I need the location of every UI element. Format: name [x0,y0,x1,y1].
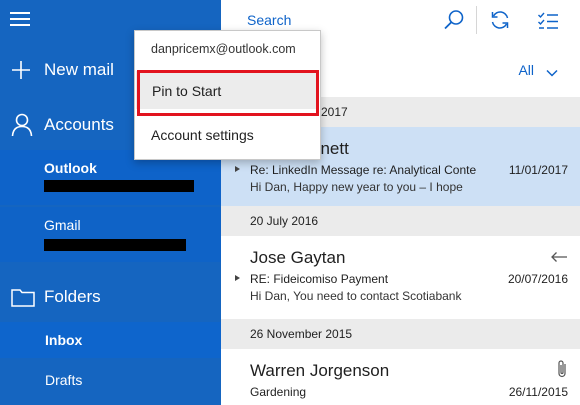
folder-item-drafts[interactable]: Drafts [0,362,221,398]
reply-arrow-icon [550,250,568,268]
message-sender: Jose Gaytan [250,248,346,267]
date-group-header: 26 November 2015 [221,319,580,349]
message-sender: Warren Jorgenson [250,361,390,380]
search-icon[interactable] [443,9,465,31]
folders-button[interactable]: Folders [0,282,221,312]
search-input[interactable]: Search [247,12,291,28]
date-group-label: 26 November 2015 [250,327,353,341]
account-name: Outlook [44,160,97,176]
date-group-label: 2017 [321,105,348,119]
message-date: 11/01/2017 [508,163,568,177]
toolbar-divider [476,6,477,34]
redacted-email [44,180,194,192]
message-subject: RE: Fideicomiso Payment [250,272,389,286]
account-item-gmail[interactable]: Gmail [0,207,221,262]
date-group-header: 20 July 2016 [221,206,580,236]
accounts-label: Accounts [44,115,114,134]
chevron-down-icon[interactable] [546,65,558,77]
message-preview: Hi Dan, You need to contact Scotiabank [250,289,462,303]
message-date: 26/11/2015 [508,385,568,399]
message-subject: Gardening [250,385,307,399]
plus-icon [11,60,31,80]
folder-label: Inbox [45,332,83,348]
folder-icon [11,287,35,307]
message-preview: Hi Dan, Happy new year to you – I hope [250,180,463,194]
highlight-box [137,70,319,116]
expand-thread-icon[interactable] [235,275,240,281]
redacted-email [44,239,186,251]
person-icon [11,113,33,137]
folder-label: Drafts [45,372,83,388]
new-mail-label: New mail [44,60,114,79]
hamburger-menu-icon[interactable] [10,12,30,26]
date-group-label: 20 July 2016 [250,214,319,228]
expand-thread-icon[interactable] [235,166,240,172]
folder-item-inbox[interactable]: Inbox [0,322,221,358]
message-date: 20/07/2016 [507,272,568,286]
paperclip-icon [556,359,568,384]
message-subject: Re: LinkedIn Message re: Analytical Cont… [250,163,477,177]
message-item[interactable]: Warren Jorgenson Gardening 26/11/2015 [221,349,580,405]
sync-icon[interactable] [489,9,511,31]
account-name: Gmail [44,217,81,233]
selection-mode-icon[interactable] [537,9,559,31]
account-settings-menu-item[interactable]: Account settings [151,127,254,143]
message-item[interactable]: Jose Gaytan RE: Fideicomiso Payment 20/0… [221,236,580,316]
folders-label: Folders [44,287,101,306]
account-email: danpricemx@outlook.com [151,42,296,56]
filter-dropdown[interactable]: All [518,62,534,78]
